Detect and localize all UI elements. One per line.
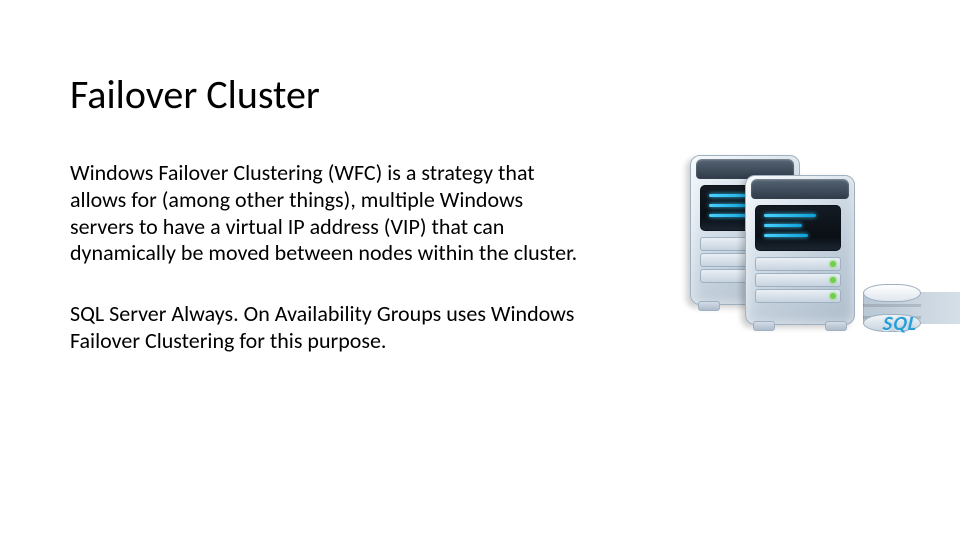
server-cluster-illustration: SQL xyxy=(660,155,915,330)
sql-label: SQL xyxy=(881,312,918,336)
slide: Failover Cluster Windows Failover Cluste… xyxy=(0,0,960,540)
paragraph-2: SQL Server Always. On Availability Group… xyxy=(70,301,590,355)
slide-title: Failover Cluster xyxy=(70,70,320,119)
server-front-icon xyxy=(745,175,855,325)
body-text-block: Windows Failover Clustering (WFC) is a s… xyxy=(70,160,590,389)
paragraph-1: Windows Failover Clustering (WFC) is a s… xyxy=(70,160,590,267)
